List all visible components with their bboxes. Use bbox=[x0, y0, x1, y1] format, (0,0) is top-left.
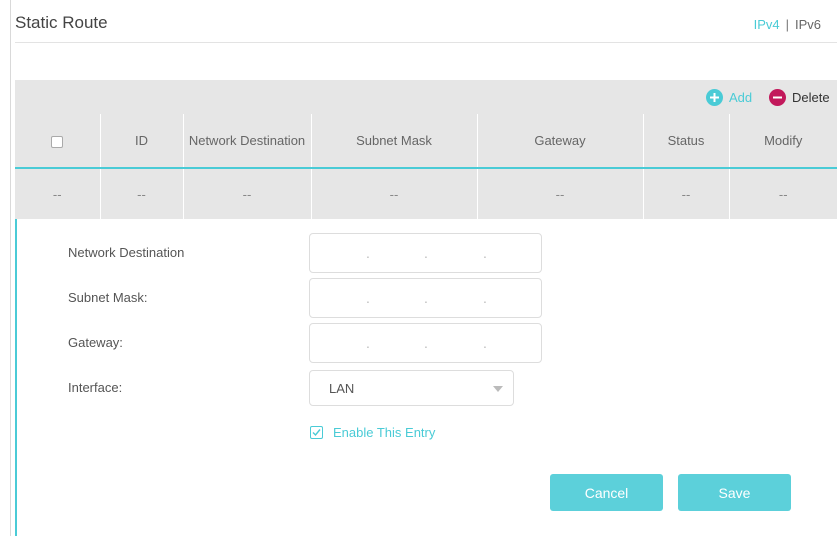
ip-separator: | bbox=[785, 17, 789, 32]
enable-entry-label: Enable This Entry bbox=[333, 425, 436, 440]
delete-label: Delete bbox=[792, 89, 830, 105]
column-header-modify: Modify bbox=[728, 114, 837, 168]
static-route-table: ID Network Destination Subnet Mask Gatew… bbox=[15, 114, 837, 219]
interface-label: Interface: bbox=[68, 380, 123, 395]
enable-entry-toggle[interactable]: Enable This Entry bbox=[310, 425, 435, 440]
column-header-id: ID bbox=[99, 114, 183, 168]
route-edit-form: Network Destination . . . Subnet Mask: .… bbox=[15, 219, 837, 536]
chevron-down-icon bbox=[493, 386, 503, 392]
page-title: Static Route bbox=[15, 13, 108, 32]
minus-circle-icon bbox=[769, 88, 786, 106]
delete-button[interactable]: Delete bbox=[769, 80, 830, 114]
network-destination-label: Network Destination bbox=[68, 245, 185, 260]
column-header-subnet-mask: Subnet Mask bbox=[310, 114, 477, 168]
subnet-mask-label: Subnet Mask: bbox=[68, 290, 148, 305]
enable-entry-checkbox[interactable] bbox=[310, 426, 323, 439]
table-cell: -- bbox=[728, 168, 837, 219]
ipv4-link[interactable]: IPv4 bbox=[754, 17, 780, 32]
ip-dot: . bbox=[424, 245, 428, 261]
column-header-network-destination: Network Destination bbox=[182, 114, 311, 168]
interface-select[interactable]: LAN bbox=[309, 370, 514, 406]
table-cell: -- bbox=[99, 168, 183, 219]
cancel-button[interactable]: Cancel bbox=[550, 474, 663, 511]
table-header-row: ID Network Destination Subnet Mask Gatew… bbox=[15, 114, 837, 168]
ip-dot: . bbox=[424, 290, 428, 306]
table-row: -- -- -- -- -- -- -- bbox=[15, 168, 837, 219]
table-cell: -- bbox=[182, 168, 311, 219]
gateway-label: Gateway: bbox=[68, 335, 123, 350]
gateway-input[interactable]: . . . bbox=[309, 323, 542, 363]
table-cell: -- bbox=[310, 168, 477, 219]
subnet-mask-input[interactable]: . . . bbox=[309, 278, 542, 318]
select-all-cell[interactable] bbox=[15, 114, 100, 168]
table-cell: -- bbox=[476, 168, 643, 219]
table-cell: -- bbox=[52, 186, 62, 202]
ip-dot: . bbox=[483, 290, 487, 306]
network-destination-input[interactable]: . . . bbox=[309, 233, 542, 273]
select-all-checkbox[interactable] bbox=[51, 135, 64, 148]
ip-dot: . bbox=[366, 245, 370, 261]
ip-dot: . bbox=[366, 335, 370, 351]
table-cell: -- bbox=[642, 168, 729, 219]
save-button[interactable]: Save bbox=[678, 474, 791, 511]
column-header-status: Status bbox=[642, 114, 729, 168]
plus-circle-icon bbox=[706, 88, 723, 106]
page-header: Static Route IPv4 | IPv6 bbox=[15, 13, 837, 43]
ip-version-switch: IPv4 | IPv6 bbox=[754, 17, 821, 32]
ip-dot: . bbox=[366, 290, 370, 306]
add-label: Add bbox=[729, 89, 753, 105]
checkmark-icon bbox=[312, 429, 321, 437]
interface-value: LAN bbox=[329, 381, 355, 396]
column-header-gateway: Gateway bbox=[476, 114, 643, 168]
left-border bbox=[10, 0, 11, 536]
table-toolbar: Add Delete bbox=[15, 80, 837, 114]
ip-dot: . bbox=[424, 335, 428, 351]
ip-dot: . bbox=[483, 245, 487, 261]
ipv6-link[interactable]: IPv6 bbox=[795, 17, 821, 32]
add-button[interactable]: Add bbox=[706, 80, 752, 114]
ip-dot: . bbox=[483, 335, 487, 351]
